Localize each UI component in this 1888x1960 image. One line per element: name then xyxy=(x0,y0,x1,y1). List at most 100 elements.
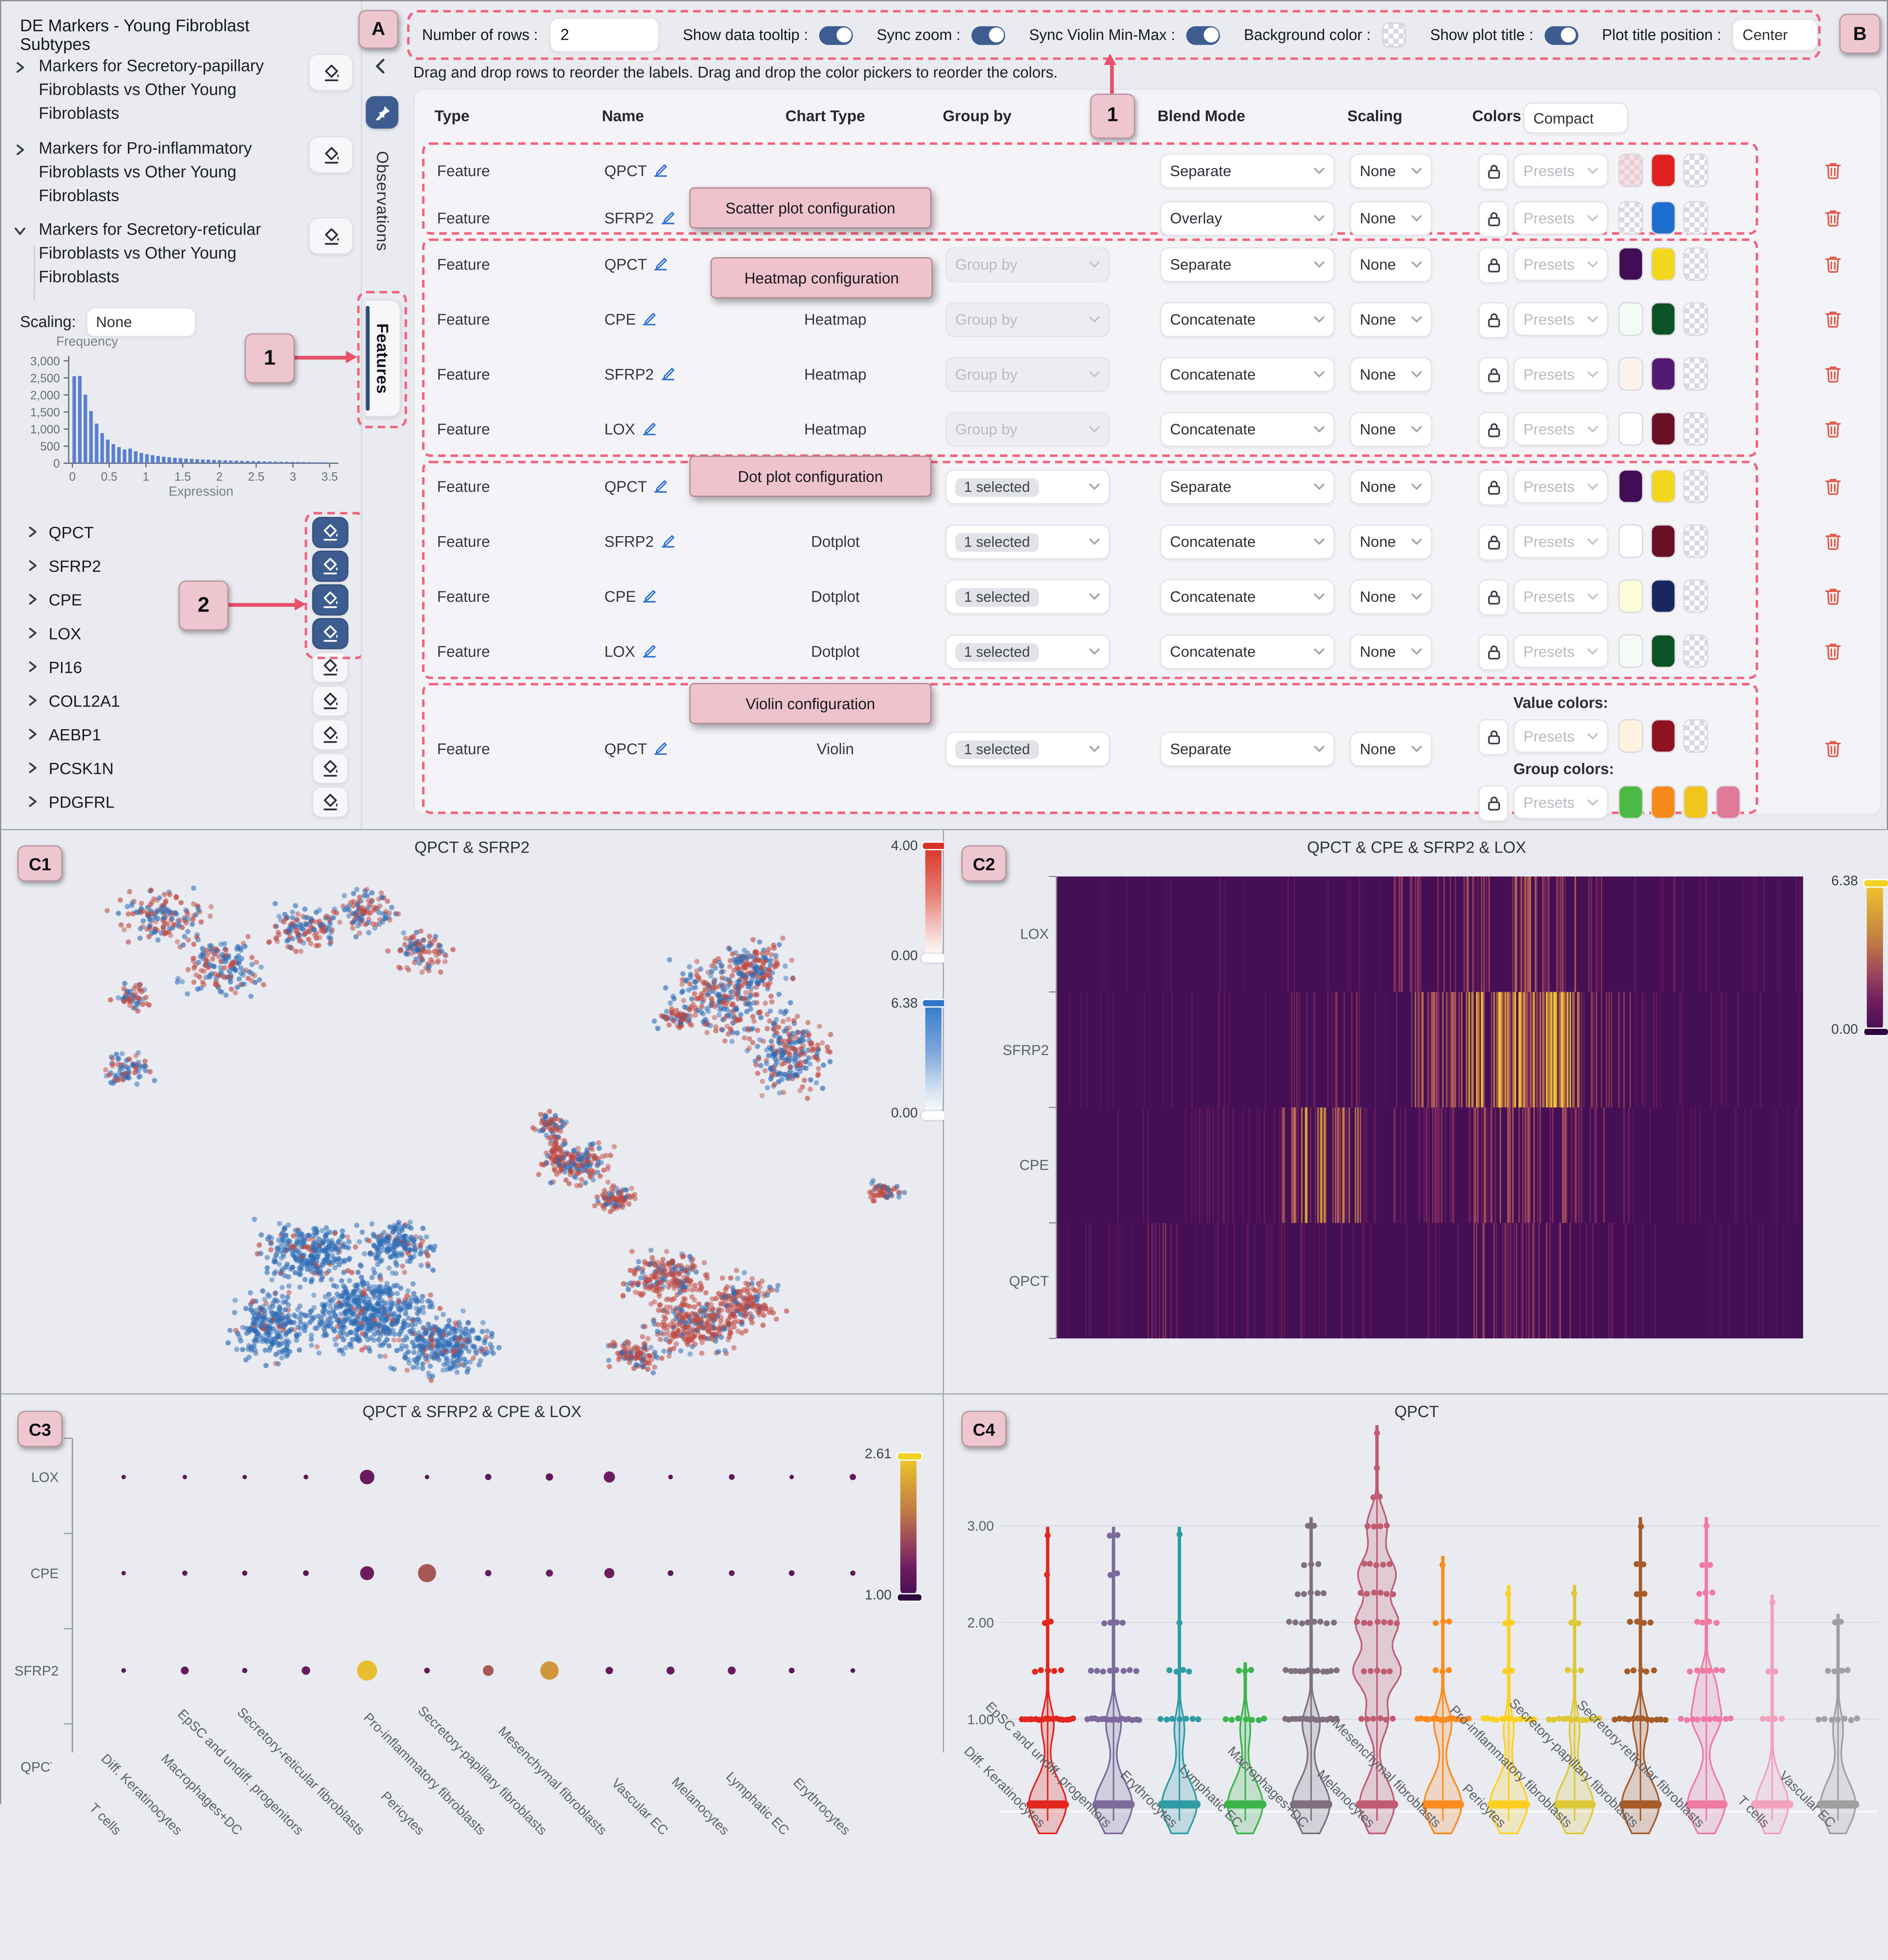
group-by-select[interactable]: 1 selected xyxy=(945,634,1110,669)
feature-color-bucket-button[interactable] xyxy=(312,551,348,582)
blend-mode-select[interactable]: Concatenate xyxy=(1160,302,1335,337)
edit-pencil-icon[interactable] xyxy=(653,478,668,496)
blend-mode-select[interactable]: Separate xyxy=(1160,247,1335,282)
lock-button[interactable] xyxy=(1479,201,1509,237)
color-swatch-2[interactable] xyxy=(1683,634,1708,668)
scaling-select[interactable]: None xyxy=(1350,247,1432,282)
lock-button[interactable] xyxy=(1479,302,1509,338)
edit-pencil-icon[interactable] xyxy=(642,310,657,329)
color-swatch-value-1[interactable] xyxy=(1651,719,1676,753)
edit-pencil-icon[interactable] xyxy=(641,420,656,439)
presets-select[interactable]: Presets xyxy=(1513,634,1608,668)
color-swatch-1[interactable] xyxy=(1651,470,1676,503)
scaling-select[interactable]: None xyxy=(1350,524,1432,559)
tree-item[interactable]: Markers for Secretory-reticular Fibrobla… xyxy=(9,217,353,288)
feature-color-bucket-button[interactable] xyxy=(312,652,348,683)
delete-row-button[interactable] xyxy=(1818,524,1848,558)
chevron-right-icon[interactable] xyxy=(26,589,39,611)
lock-button[interactable] xyxy=(1479,412,1509,448)
presets-select[interactable]: Presets xyxy=(1513,357,1608,391)
lock-button[interactable] xyxy=(1479,524,1509,560)
group-by-select[interactable]: 1 selected xyxy=(945,579,1110,614)
color-bucket-button[interactable] xyxy=(308,136,353,173)
background-color-swatch[interactable] xyxy=(1382,22,1406,47)
blend-mode-select[interactable]: Overlay xyxy=(1160,201,1335,236)
color-swatch-1[interactable] xyxy=(1651,153,1676,187)
color-swatch-group-1[interactable] xyxy=(1651,785,1676,819)
presets-select[interactable]: Presets xyxy=(1513,719,1608,753)
feature-color-bucket-button[interactable] xyxy=(312,719,348,750)
blend-mode-select[interactable]: Concatenate xyxy=(1160,412,1335,447)
chevron-right-icon[interactable] xyxy=(26,656,39,678)
blend-mode-select[interactable]: Separate xyxy=(1160,470,1335,504)
chevron-right-icon[interactable] xyxy=(26,757,39,780)
sync-violin-toggle[interactable] xyxy=(1186,26,1220,44)
tree-item[interactable]: Markers for Secretory-papillary Fibrobla… xyxy=(9,54,353,125)
chevron-right-icon[interactable] xyxy=(9,136,39,207)
feature-color-bucket-button[interactable] xyxy=(312,753,348,784)
color-swatch-1[interactable] xyxy=(1651,634,1676,668)
collapse-icon[interactable] xyxy=(371,56,391,76)
blend-mode-select[interactable]: Concatenate xyxy=(1160,579,1335,614)
feature-row[interactable]: QPCT xyxy=(9,516,356,549)
color-bucket-button[interactable] xyxy=(308,217,353,254)
color-swatch-2[interactable] xyxy=(1683,470,1708,503)
presets-select[interactable]: Presets xyxy=(1513,412,1608,446)
umap-scatter-plot[interactable] xyxy=(1,858,922,1392)
delete-row-button[interactable] xyxy=(1818,579,1848,613)
chevron-right-icon[interactable] xyxy=(26,724,39,746)
delete-row-button[interactable] xyxy=(1818,470,1848,503)
color-swatch-0[interactable] xyxy=(1618,579,1643,613)
presets-select[interactable]: Presets xyxy=(1513,201,1608,235)
tooltip-toggle[interactable] xyxy=(819,26,853,44)
presets-select[interactable]: Presets xyxy=(1513,302,1608,336)
edit-pencil-icon[interactable] xyxy=(660,209,675,228)
edit-pencil-icon[interactable] xyxy=(653,255,668,274)
blend-mode-select[interactable]: Concatenate xyxy=(1160,634,1335,669)
color-swatch-2[interactable] xyxy=(1683,153,1708,187)
color-swatch-0[interactable] xyxy=(1618,357,1643,391)
rows-input[interactable]: 2 xyxy=(549,17,659,52)
chevron-right-icon[interactable] xyxy=(26,791,39,813)
lock-button[interactable] xyxy=(1479,357,1509,393)
lock-button[interactable] xyxy=(1479,634,1509,670)
color-swatch-1[interactable] xyxy=(1651,247,1676,281)
title-pos-select[interactable]: Center xyxy=(1733,19,1818,51)
delete-row-button[interactable] xyxy=(1818,634,1848,668)
chevron-right-icon[interactable] xyxy=(26,622,39,645)
presets-select[interactable]: Presets xyxy=(1513,785,1608,819)
blend-mode-select[interactable]: Concatenate xyxy=(1160,524,1335,559)
colors-compact-select[interactable]: Compact xyxy=(1524,102,1628,134)
chevron-right-icon[interactable] xyxy=(26,521,39,544)
presets-select[interactable]: Presets xyxy=(1513,247,1608,281)
presets-select[interactable]: Presets xyxy=(1513,470,1608,503)
color-swatch-2[interactable] xyxy=(1683,201,1708,235)
color-swatch-2[interactable] xyxy=(1683,579,1708,613)
lock-button[interactable] xyxy=(1479,247,1509,283)
delete-row-button[interactable] xyxy=(1818,732,1848,765)
edit-pencil-icon[interactable] xyxy=(641,642,656,661)
scaling-select[interactable]: None xyxy=(1350,153,1432,188)
scaling-select[interactable]: None xyxy=(1350,201,1432,236)
delete-row-button[interactable] xyxy=(1818,247,1848,281)
color-swatch-0[interactable] xyxy=(1618,470,1643,503)
edit-pencil-icon[interactable] xyxy=(642,588,657,606)
color-swatch-group-2[interactable] xyxy=(1683,785,1708,819)
color-swatch-2[interactable] xyxy=(1683,524,1708,558)
delete-row-button[interactable] xyxy=(1818,412,1848,446)
feature-row[interactable]: PCSK1N xyxy=(9,752,356,785)
scaling-select[interactable]: None xyxy=(1350,302,1432,337)
delete-row-button[interactable] xyxy=(1818,153,1848,187)
feature-color-bucket-button[interactable] xyxy=(312,786,348,818)
tab-observations[interactable]: Observations xyxy=(373,151,392,251)
color-swatch-0[interactable] xyxy=(1618,412,1643,446)
pin-button[interactable] xyxy=(366,96,398,129)
presets-select[interactable]: Presets xyxy=(1513,579,1608,613)
color-swatch-1[interactable] xyxy=(1651,579,1676,613)
color-swatch-value-0[interactable] xyxy=(1618,719,1643,753)
presets-select[interactable]: Presets xyxy=(1513,153,1608,187)
lock-button[interactable] xyxy=(1479,153,1509,190)
color-swatch-1[interactable] xyxy=(1651,412,1676,446)
color-swatch-1[interactable] xyxy=(1651,302,1676,336)
group-by-select[interactable]: 1 selected xyxy=(945,524,1110,559)
